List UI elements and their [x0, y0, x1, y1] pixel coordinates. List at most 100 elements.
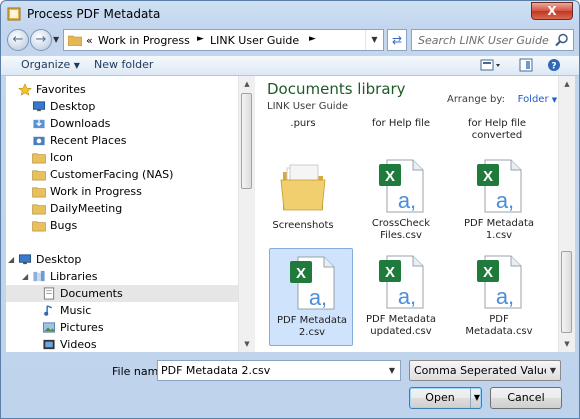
- content-scroll-thumb[interactable]: [561, 251, 572, 333]
- file-name-value: PDF Metadata 2.csv: [161, 364, 271, 377]
- content-pane: Documents library LINK User Guide Arrang…: [255, 76, 557, 352]
- search-input[interactable]: Search LINK User Guide: [411, 29, 574, 51]
- change-view-icon[interactable]: [480, 58, 502, 72]
- search-icon: [555, 33, 568, 47]
- search-placeholder: Search LINK User Guide: [418, 34, 549, 47]
- chevron-down-icon: ▼: [73, 61, 80, 70]
- svg-text:X: X: [385, 264, 395, 281]
- scroll-up-icon[interactable]: ▲: [559, 76, 575, 92]
- back-button[interactable]: ←: [7, 29, 29, 51]
- nav-item-documents[interactable]: Documents: [6, 285, 238, 302]
- organize-button[interactable]: Organize ▼: [21, 58, 80, 71]
- svg-text:X: X: [483, 168, 493, 185]
- file-tile-screenshots[interactable]: Screenshots: [261, 152, 345, 250]
- breadcrumb-separator-icon[interactable]: ►: [197, 34, 204, 44]
- cancel-button[interactable]: Cancel: [490, 387, 562, 409]
- arrange-by-label: Arrange by:: [447, 94, 505, 105]
- videos-icon: [43, 339, 55, 350]
- nav-item-label: Videos: [60, 338, 97, 351]
- nav-item-favorites[interactable]: Favorites: [6, 81, 238, 98]
- scroll-down-icon[interactable]: ▼: [559, 336, 575, 352]
- nav-item-icon[interactable]: Icon: [6, 149, 238, 166]
- refresh-button[interactable]: ⇄: [387, 29, 407, 51]
- file-tile-pdf-metadata-2-csv[interactable]: Xa, PDF Metadata 2.csv: [269, 248, 353, 346]
- forward-button[interactable]: →: [30, 29, 52, 51]
- nav-item-label: Desktop: [36, 253, 82, 266]
- open-options-chevron-icon[interactable]: ▼: [470, 388, 483, 408]
- nav-item-desktop[interactable]: Desktop: [6, 98, 238, 115]
- window-title: Process PDF Metadata: [27, 7, 161, 21]
- folder-icon: [32, 170, 46, 181]
- nav-item-recent-places[interactable]: Recent Places: [6, 132, 238, 149]
- nav-item-customerfacing-nas[interactable]: CustomerFacing (NAS): [6, 166, 238, 183]
- desktop-icon: [32, 101, 46, 112]
- file-name-input[interactable]: PDF Metadata 2.csv ▼: [157, 360, 401, 381]
- nav-item-videos[interactable]: Videos: [6, 336, 238, 352]
- recent-locations-dropdown-icon[interactable]: ▼: [53, 35, 59, 44]
- breadcrumb-separator-icon[interactable]: ►: [309, 34, 316, 44]
- desktop-icon: [18, 254, 32, 265]
- partial-file-label[interactable]: for Help file converted: [457, 118, 537, 142]
- nav-item-label: Favorites: [36, 83, 86, 96]
- chevron-down-icon[interactable]: ▼: [384, 361, 400, 380]
- tree-expand-icon[interactable]: ◢: [8, 255, 14, 264]
- open-button[interactable]: Open ▼: [409, 387, 482, 409]
- breadcrumb-overflow[interactable]: «: [86, 34, 93, 47]
- title-bar: Process PDF Metadata X: [1, 1, 579, 27]
- excel-csv-icon: Xa,: [379, 255, 424, 309]
- partial-file-label[interactable]: for Help file: [359, 118, 443, 130]
- chevron-down-icon: ▼: [549, 366, 557, 375]
- nav-item-label: Libraries: [50, 270, 98, 283]
- file-name: PDF Metadata 2.csv: [276, 315, 347, 338]
- address-dropdown-icon[interactable]: ▼: [365, 30, 383, 50]
- file-tile-pdf-metadata-1-csv[interactable]: Xa, PDF Metadata 1.csv: [457, 152, 541, 250]
- nav-item-work-in-progress[interactable]: Work in Progress: [6, 183, 238, 200]
- nav-scrollbar[interactable]: ▲ ▼: [238, 76, 255, 352]
- svg-text:a,: a,: [309, 285, 327, 310]
- file-grid: .purs for Help file for Help file conver…: [255, 116, 557, 352]
- folder-icon: [32, 153, 46, 164]
- breadcrumb-link-user-guide[interactable]: LINK User Guide: [210, 34, 299, 47]
- partial-file-label[interactable]: .purs: [261, 118, 345, 130]
- tree-expand-icon[interactable]: ◢: [22, 272, 28, 281]
- command-toolbar: Organize ▼ New folder ?: [1, 56, 579, 76]
- scroll-up-icon[interactable]: ▲: [239, 76, 255, 92]
- nav-item-downloads[interactable]: Downloads: [6, 115, 238, 132]
- file-type-value: Comma Seperated Value (*.csv): [414, 364, 546, 377]
- back-arrow-icon: ←: [12, 32, 24, 47]
- nav-item-label: CustomerFacing (NAS): [50, 168, 174, 181]
- dialog-footer: File name: PDF Metadata 2.csv ▼ Comma Se…: [1, 352, 579, 418]
- scroll-down-icon[interactable]: ▼: [239, 336, 255, 352]
- file-open-dialog: Process PDF Metadata X ← → ▼ « Work in P…: [0, 0, 580, 419]
- nav-scroll-thumb[interactable]: [241, 93, 252, 189]
- nav-item-label: Pictures: [60, 321, 104, 334]
- app-icon: [7, 7, 21, 21]
- content-scrollbar[interactable]: ▲ ▼: [558, 76, 575, 352]
- file-name: Screenshots: [272, 220, 334, 231]
- arrange-by[interactable]: Arrange by: Folder ▼: [447, 94, 557, 105]
- close-button[interactable]: X: [531, 2, 573, 20]
- file-tile-pdf-metadata-updated-csv[interactable]: Xa, PDF Metadata updated.csv: [359, 248, 443, 346]
- file-name: PDF Metadata updated.csv: [365, 314, 436, 337]
- preview-pane-icon[interactable]: [519, 58, 533, 72]
- address-bar[interactable]: « Work in Progress ► LINK User Guide ► ▼: [63, 29, 384, 51]
- nav-item-desktop[interactable]: ◢ Desktop: [6, 251, 238, 268]
- nav-item-dailymeeting[interactable]: DailyMeeting: [6, 200, 238, 217]
- nav-item-label: Work in Progress: [50, 185, 142, 198]
- new-folder-button[interactable]: New folder: [94, 58, 153, 71]
- music-icon: [44, 305, 53, 316]
- help-icon[interactable]: ?: [547, 58, 561, 72]
- file-tile-pdf-metadata-csv[interactable]: Xa, PDF Metadata.csv: [457, 248, 541, 346]
- nav-item-label: Icon: [50, 151, 73, 164]
- nav-item-libraries[interactable]: ◢ Libraries: [6, 268, 238, 285]
- nav-item-label: Music: [60, 304, 92, 317]
- file-type-select[interactable]: Comma Seperated Value (*.csv) ▼: [409, 360, 561, 381]
- breadcrumb-work-in-progress[interactable]: Work in Progress: [98, 34, 190, 47]
- nav-item-music[interactable]: Music: [6, 302, 238, 319]
- file-tile-crosscheck-files-csv[interactable]: Xa, CrossCheck Files.csv: [359, 152, 443, 250]
- navigation-pane[interactable]: Favorites Desktop Downloads Recent Places Ic…: [6, 76, 238, 352]
- arrange-by-value[interactable]: Folder: [518, 94, 549, 105]
- chevron-down-icon: ▼: [551, 96, 557, 104]
- nav-item-pictures[interactable]: Pictures: [6, 319, 238, 336]
- nav-item-bugs[interactable]: Bugs: [6, 217, 238, 234]
